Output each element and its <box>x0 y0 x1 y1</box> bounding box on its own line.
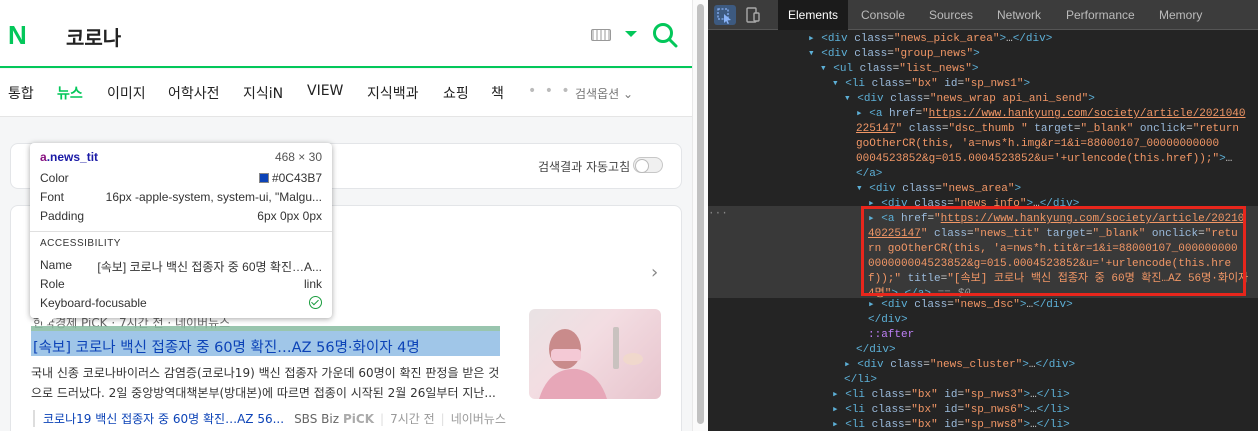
dom-node[interactable]: ▸ <div class="news_pick_area">…</div> <box>808 32 1258 47</box>
dom-tree: ··· ▸ <div class="news_pick_area">…</div… <box>708 30 1258 431</box>
tooltip-value: #0C43B7 <box>271 171 322 185</box>
device-toolbar-icon[interactable] <box>744 6 762 24</box>
tooltip-role-row: Role link <box>40 277 322 295</box>
dom-node[interactable]: ▸ <li class="bx" id="sp_nws6">…</li> <box>832 403 1258 418</box>
related-news-item: 코로나19 백신 접종자 중 60명 확진…AZ 56... SBS Biz PiC… <box>33 410 506 427</box>
devtools-panel: Elements Console Sources Network Perform… <box>708 0 1258 431</box>
tooltip-value: link <box>303 277 322 291</box>
auto-refresh-toggle[interactable] <box>633 157 663 173</box>
dom-node: </a> <box>856 168 883 180</box>
search-tabs: 통합 뉴스 이미지 어학사전 지식iN VIEW 지식백과 쇼핑 책 • • •… <box>0 69 692 117</box>
search-options-button[interactable]: 검색옵션 ⌄ <box>575 85 633 102</box>
separator: | <box>440 412 445 426</box>
chevron-right-icon[interactable]: › <box>651 262 658 283</box>
tooltip-padding-row: Padding 6px 0px 0px <box>40 209 322 227</box>
more-tabs-button[interactable]: • • • <box>528 83 572 99</box>
tab-books[interactable]: 책 <box>491 83 504 103</box>
selected-element-highlight <box>861 206 1246 296</box>
tooltip-value: 6px 0px 0px <box>257 209 322 223</box>
browser-page: N 코로나 통합 뉴스 이미지 어학사전 지식iN VIEW 지식백과 쇼핑 책… <box>0 0 700 431</box>
dom-node[interactable]: ▾ <div class="news_wrap api_ani_send"> <box>844 92 1258 107</box>
tooltip-keyboard-row: Keyboard-focusable <box>40 296 322 314</box>
dom-node[interactable]: ▾ <li class="bx" id="sp_nws1"> <box>832 77 1258 92</box>
vaccine-photo <box>539 327 643 399</box>
tab-memory[interactable]: Memory <box>1149 0 1212 30</box>
publish-time: 7시간 전 <box>390 412 435 426</box>
tab-network[interactable]: Network <box>987 0 1051 30</box>
keyboard-icon[interactable] <box>591 29 611 41</box>
tooltip-label: Keyboard-focusable <box>40 296 147 310</box>
news-description-line: 으로 드러났다. 2일 중앙방역대책본부(방대본)에 따르면 접종이 시작된 2… <box>31 386 496 400</box>
tooltip-tag: a <box>40 150 47 164</box>
tooltip-color-row: Color #0C43B7 <box>40 171 322 189</box>
search-input[interactable]: 코로나 <box>66 22 121 51</box>
pick-badge: PiCK <box>343 412 375 426</box>
news-thumbnail[interactable] <box>529 309 661 399</box>
check-icon <box>309 296 322 309</box>
dom-node: 225147" class="dsc_thumb " target="_blan… <box>856 123 1239 135</box>
tooltip-label: Padding <box>40 209 85 223</box>
tab-shopping[interactable]: 쇼핑 <box>443 83 469 103</box>
inspect-tooltip: a.news_tit 468 × 30 Color #0C43B7 Font 1… <box>30 143 332 326</box>
tooltip-label: Font <box>40 190 65 204</box>
tab-images[interactable]: 이미지 <box>107 83 146 103</box>
tab-console[interactable]: Console <box>851 0 915 30</box>
naver-news-link[interactable]: 네이버뉴스 <box>451 412 506 426</box>
tooltip-label: Name <box>40 258 73 272</box>
dom-node: </div> <box>856 344 896 356</box>
scrollbar-thumb[interactable] <box>697 4 704 424</box>
tooltip-value: 16px -apple-system, system-ui, "Malgu... <box>105 190 322 204</box>
separator: | <box>380 412 385 426</box>
tooltip-value: [속보] 코로나 백신 접종자 중 60명 확진…A... <box>97 260 322 274</box>
press-name[interactable]: SBS Biz <box>294 412 339 426</box>
chevron-down-icon[interactable] <box>625 31 637 37</box>
tab-dictionary[interactable]: 어학사전 <box>168 83 220 103</box>
tab-news[interactable]: 뉴스 <box>57 83 83 103</box>
news-description-line: 국내 신종 코로나바이러스 감염증(코로나19) 백신 접종자 가운데 60명이… <box>31 366 500 380</box>
tab-view[interactable]: VIEW <box>307 83 343 99</box>
dom-node[interactable]: ▾ <div class="news_area"> <box>856 182 1258 197</box>
tab-elements[interactable]: Elements <box>778 0 849 30</box>
dom-node: ::after <box>868 329 915 341</box>
dom-node: </li> <box>844 374 878 386</box>
dom-node[interactable]: ▸ <div class="news_dsc">…</div> <box>868 298 1258 313</box>
tooltip-label: Role <box>40 277 65 291</box>
inspect-element-icon[interactable] <box>714 5 736 25</box>
tooltip-pointer <box>38 318 54 326</box>
tooltip-size: 468 × 30 <box>274 150 322 164</box>
tab-integrated[interactable]: 통합 <box>8 83 34 103</box>
search-icon[interactable] <box>652 22 678 48</box>
tooltip-name-row: Name [속보] 코로나 백신 접종자 중 60명 확진…A... <box>40 258 322 276</box>
news-title-link[interactable]: [속보] 코로나 백신 접종자 중 60명 확진…AZ 56명·화이자 4명 <box>33 336 420 357</box>
color-swatch <box>258 173 269 183</box>
dom-node: </div> <box>868 314 908 326</box>
tab-kin[interactable]: 지식iN <box>243 83 283 103</box>
dom-node[interactable]: ▾ <ul class="list_news"> <box>820 62 1258 77</box>
tab-sources[interactable]: Sources <box>919 0 983 30</box>
tooltip-class: .news_tit <box>46 150 99 164</box>
tab-encyclopedia[interactable]: 지식백과 <box>367 83 419 103</box>
tooltip-font-row: Font 16px -apple-system, system-ui, "Mal… <box>40 190 322 208</box>
dom-node[interactable]: ▸ <div class="news_cluster">…</div> <box>844 358 1258 373</box>
page-scrollbar[interactable] <box>692 0 708 431</box>
dom-node[interactable]: ▸ <a href="https://www.hankyung.com/soci… <box>856 107 1258 122</box>
dom-node[interactable]: ▾ <div class="group_news"> <box>808 47 1258 62</box>
tooltip-label: Color <box>40 171 69 185</box>
tooltip-header: a.news_tit 468 × 30 <box>40 150 322 168</box>
dom-node[interactable]: ▸ <li class="bx" id="sp_nws3">…</li> <box>832 388 1258 403</box>
accessibility-header: ACCESSIBILITY <box>40 238 121 249</box>
dom-node: goOtherCR(this, 'a=nws*h.img&r=1&i=88000… <box>856 138 1220 150</box>
naver-logo[interactable]: N <box>8 20 27 51</box>
dom-node[interactable]: ▸ <li class="bx" id="sp_nws8">…</li> <box>832 418 1258 431</box>
devtools-toolbar: Elements Console Sources Network Perform… <box>708 0 1258 30</box>
more-options-icon[interactable]: ··· <box>708 208 728 220</box>
related-news-link[interactable]: 코로나19 백신 접종자 중 60명 확진…AZ 56... <box>43 412 284 426</box>
auto-refresh-label: 검색결과 자동고침 <box>538 160 631 174</box>
tab-performance[interactable]: Performance <box>1056 0 1145 30</box>
divider <box>30 231 332 232</box>
dom-node: 0004523852&g=015.0004523852&u='+urlencod… <box>856 153 1233 165</box>
search-header: N 코로나 <box>0 0 692 68</box>
